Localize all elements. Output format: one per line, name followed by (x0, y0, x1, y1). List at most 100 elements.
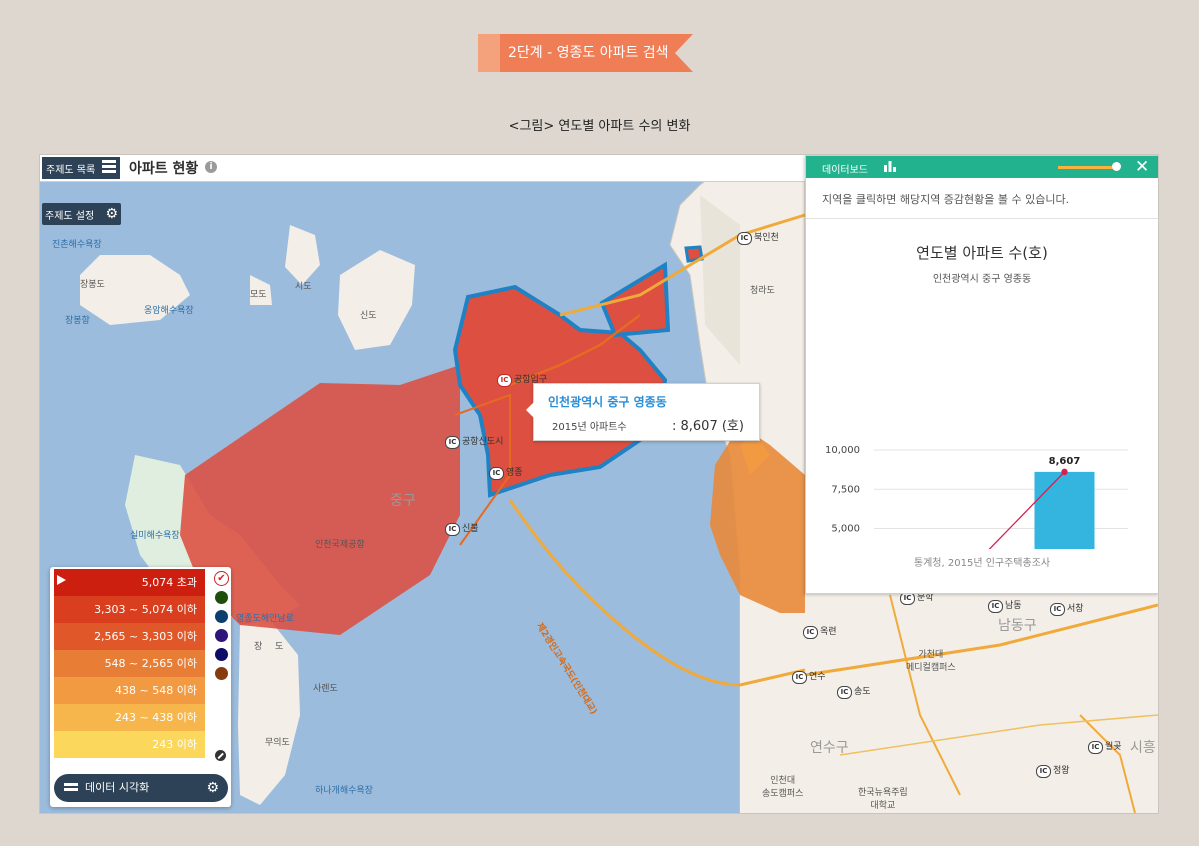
ic-badge: IC (445, 523, 460, 536)
palette-dot[interactable] (215, 610, 228, 623)
place-label: 영종도해안남로 (236, 614, 294, 624)
viz-button-label: 데이터 시각화 (85, 781, 150, 794)
ic-badge: IC (497, 374, 512, 387)
legend-class[interactable]: 2,565 ~ 3,303 이하 (54, 623, 205, 650)
ic-name: 월곶 (1105, 742, 1122, 752)
legend-class-label: 243 이하 (152, 738, 197, 751)
topic-settings-button[interactable]: 주제도 설정 ⚙ (42, 203, 121, 225)
place-label: 청라도 (750, 286, 775, 296)
topic-list-button[interactable]: 주제도 목록 (42, 157, 120, 179)
data-label: 8,607 (1049, 456, 1081, 467)
data-visualization-button[interactable]: 데이터 시각화 ⚙ (54, 774, 228, 802)
legend-class[interactable]: 548 ~ 2,565 이하 (54, 650, 205, 677)
ic-badge: IC (803, 626, 818, 639)
y-tick-label: 7,500 (831, 484, 860, 495)
ic-name: 영종 (506, 468, 523, 478)
place-label: 장봉항 (65, 316, 90, 326)
legend-class[interactable]: 5,074 초과 (54, 569, 205, 596)
legend-class[interactable]: 438 ~ 548 이하 (54, 677, 205, 704)
tooltip-value: : 8,607 (호) (672, 419, 744, 434)
ic-name: 정왕 (1053, 766, 1070, 776)
databoard-header: 데이터보드 ✕ (806, 156, 1158, 178)
close-icon[interactable]: ✕ (1135, 157, 1149, 177)
place-label: 실미해수욕장 (130, 531, 180, 541)
info-icon[interactable]: i (205, 161, 217, 173)
place-label: 장 (254, 642, 263, 652)
ribbon-text: 2단계 - 영종도 아파트 검색 (500, 34, 675, 72)
legend-class-label: 5,074 초과 (141, 576, 197, 589)
ribbon-tail (674, 34, 693, 72)
ic-label[interactable]: IC 월곶 (1088, 739, 1122, 754)
region-tooltip: 인천광역시 중구 영종동 2015년 아파트수 : 8,607 (호) (526, 383, 760, 441)
y-tick-label: 10,000 (825, 445, 860, 456)
place-label: 인천대 송도캠퍼스 (762, 776, 804, 799)
ic-name: 서창 (1067, 604, 1084, 614)
ic-label[interactable]: IC 정왕 (1036, 763, 1070, 778)
ic-label[interactable]: IC 서창 (1050, 601, 1084, 616)
bar (1034, 471, 1095, 549)
legend-flag (57, 575, 66, 585)
place-label: 무의도 (265, 738, 290, 748)
place-label: 인천국제공항 (315, 540, 365, 550)
place-label: 신도 (360, 311, 377, 321)
palette-dot[interactable] (215, 648, 228, 661)
legend-class-label: 548 ~ 2,565 이하 (104, 657, 197, 670)
databoard-title: 데이터보드 (822, 165, 868, 176)
legend-class[interactable]: 243 ~ 438 이하 (54, 704, 205, 731)
ic-badge: IC (1036, 765, 1051, 778)
ic-name: 송도 (854, 687, 871, 697)
ic-label[interactable]: IC 연수 (792, 669, 826, 684)
no-data-icon[interactable] (215, 750, 226, 761)
tooltip-pointer (526, 402, 534, 418)
gear-icon: ⚙ (105, 206, 118, 222)
opacity-slider-handle[interactable] (1112, 162, 1121, 171)
palette-selected-check-icon[interactable]: ✔ (214, 571, 229, 586)
tooltip-title: 인천광역시 중구 영종동 (548, 395, 667, 409)
map-app-frame: 진촌해수욕장 장봉도 장봉항 옹암해수욕장 모도 시도 신도 청라도 중구 인천… (39, 154, 1159, 814)
opacity-slider-track[interactable] (1058, 166, 1116, 169)
ic-name: 연수 (809, 672, 826, 682)
ic-name: 공항신도시 (462, 437, 504, 447)
ic-name: 옥련 (820, 627, 837, 637)
place-label: 시도 (295, 282, 312, 292)
ic-label[interactable]: IC 공항신도시 (445, 434, 503, 449)
tooltip-label: 2015년 아파트수 (552, 422, 627, 433)
bar-line-chart: 02,5005,0007,50010,0002832010년8,6072015년 (825, 445, 1128, 549)
ic-label[interactable]: IC 송도 (837, 684, 871, 699)
place-label: 모도 (250, 290, 267, 300)
legend-panel: 5,074 초과 3,303 ~ 5,074 이하 2,565 ~ 3,303 … (50, 567, 231, 807)
ic-badge: IC (1050, 603, 1065, 616)
ic-badge: IC (792, 671, 807, 684)
legend-class-label: 243 ~ 438 이하 (115, 711, 197, 724)
place-label: 한국뉴욕주립 대학교 (858, 788, 908, 811)
selected-region-yeongjong[interactable] (452, 245, 704, 498)
palette-dot[interactable] (215, 591, 228, 604)
ic-label[interactable]: IC 북인천 (737, 230, 779, 245)
palette-dot[interactable] (215, 667, 228, 680)
ic-label[interactable]: IC 신불 (445, 521, 479, 536)
ic-badge: IC (988, 600, 1003, 613)
ic-name: 북인천 (754, 233, 779, 243)
ic-badge: IC (1088, 741, 1103, 754)
chart-source: 통계청, 2015년 인구주택총조사 (913, 558, 1051, 569)
place-label: 옹암해수욕장 (144, 306, 194, 316)
databoard-hint: 지역을 클릭하면 해당지역 증감현황을 볼 수 있습니다. (822, 193, 1070, 206)
ic-label[interactable]: IC 옥련 (803, 624, 837, 639)
place-label: 사렌도 (313, 684, 338, 694)
map-title: 아파트 현황 (129, 161, 199, 177)
legend-class[interactable]: 243 이하 (54, 731, 205, 758)
gear-icon[interactable]: ⚙ (206, 774, 219, 802)
place-label: 연수구 (810, 740, 849, 756)
palette-dot[interactable] (215, 629, 228, 642)
ic-label[interactable]: IC 영종 (489, 465, 523, 480)
ic-name: 신불 (462, 524, 479, 534)
legend-class[interactable]: 3,303 ~ 5,074 이하 (54, 596, 205, 623)
ic-label[interactable]: IC 남동 (988, 598, 1022, 613)
topic-list-label: 주제도 목록 (46, 164, 96, 176)
legend-class-label: 438 ~ 548 이하 (115, 684, 197, 697)
step-ribbon: 2단계 - 영종도 아파트 검색 (478, 34, 693, 72)
databoard-panel: 데이터보드 ✕ 지역을 클릭하면 해당지역 증감현황을 볼 수 있습니다. 연도… (805, 155, 1158, 594)
series-point (1061, 468, 1068, 476)
place-label: 하나개해수욕장 (315, 786, 373, 796)
place-label: 가천대 메디컬캠퍼스 (906, 650, 956, 673)
